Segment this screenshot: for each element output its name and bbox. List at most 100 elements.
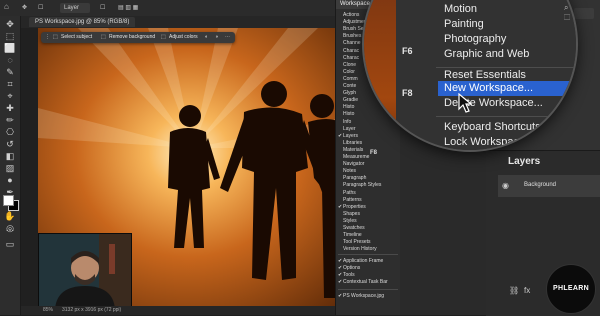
artboard-tool-icon[interactable]: ⬚ xyxy=(3,30,17,42)
menu-item[interactable]: Properties xyxy=(343,204,366,211)
mask-icon[interactable]: ◑ xyxy=(215,32,218,43)
menu-item-painting[interactable]: Painting xyxy=(444,18,484,31)
checkmark-icon: ✔ xyxy=(338,279,343,285)
menu-item[interactable]: Conte xyxy=(343,83,356,90)
menu-item-photography[interactable]: Photography xyxy=(444,33,506,46)
remove-background-button[interactable]: Remove background xyxy=(109,32,155,43)
panel-icons[interactable]: ⌕ ⬚ xyxy=(564,3,576,23)
auto-select-dropdown[interactable]: Layer xyxy=(60,3,90,13)
link-layers-icon[interactable]: ⛓ xyxy=(509,286,519,295)
menu-item[interactable]: Histo xyxy=(343,111,354,118)
menu-item-tools[interactable]: Tools xyxy=(343,272,355,279)
auto-select-checkbox[interactable]: ☐ xyxy=(38,3,43,13)
more-options-icon[interactable]: ⋯ xyxy=(225,32,230,43)
quick-mask-icon[interactable]: ◎ xyxy=(3,222,17,234)
menu-separator xyxy=(436,116,576,117)
menu-item-keyboard-shortcuts[interactable]: Keyboard Shortcuts & Menus... xyxy=(444,121,576,134)
transform-controls-checkbox[interactable]: ☐ xyxy=(100,3,105,13)
menu-item[interactable]: Gradie xyxy=(343,97,358,104)
dodge-tool-icon[interactable]: ● xyxy=(3,174,17,186)
menu-item[interactable]: Notes xyxy=(343,168,356,175)
menu-item-options[interactable]: Options xyxy=(343,265,360,272)
drag-handle-icon[interactable]: ⋮ xyxy=(45,32,50,43)
share-button[interactable] xyxy=(574,8,594,19)
menu-item[interactable]: Glyph xyxy=(343,90,356,97)
menu-separator xyxy=(338,254,398,255)
brush-tool-icon[interactable]: ✏ xyxy=(3,114,17,126)
menu-item[interactable]: Brushes xyxy=(343,33,361,40)
quick-select-tool-icon[interactable]: ✎ xyxy=(3,66,17,78)
healing-brush-tool-icon[interactable]: ✚ xyxy=(3,102,17,114)
remove-background-icon: ⬚ xyxy=(101,34,106,40)
move-tool-icon[interactable]: ✥ xyxy=(3,18,17,30)
menu-item[interactable]: Charac xyxy=(343,48,359,55)
menu-item[interactable]: Swatches xyxy=(343,225,365,232)
layer-row-background[interactable]: ◉ Background xyxy=(498,175,600,197)
menu-item[interactable]: Clone xyxy=(343,62,356,69)
move-tool-icon[interactable]: ✥ xyxy=(22,3,27,13)
hand-tool-icon[interactable]: ✋ xyxy=(3,210,17,222)
menu-item-application-frame[interactable]: Application Frame xyxy=(343,258,383,265)
menu-item[interactable]: Tool Presets xyxy=(343,239,371,246)
menu-item[interactable]: Paragraph Styles xyxy=(343,182,381,189)
layers-panel-title[interactable]: Layers xyxy=(508,156,540,167)
eyedropper-tool-icon[interactable]: ⌖ xyxy=(3,90,17,102)
adjustment-icon[interactable]: ◐ xyxy=(205,32,208,43)
select-subject-button[interactable]: Select subject xyxy=(61,32,92,43)
workspace-submenu: F6 F8 Motion Painting Photography Graphi… xyxy=(396,0,576,150)
menu-item[interactable]: Paths xyxy=(343,190,356,197)
menu-item[interactable]: Patterns xyxy=(343,197,362,204)
contextual-task-bar: ⋮ ⬚ Select subject ⬚ Remove background ⬚… xyxy=(41,32,235,43)
home-icon[interactable]: ⌂ xyxy=(4,2,9,12)
marquee-tool-icon[interactable]: ⬜ xyxy=(3,42,17,54)
gradient-tool-icon[interactable]: ▨ xyxy=(3,162,17,174)
align-icons[interactable]: ▤ ▥ ▦ xyxy=(118,3,138,13)
history-brush-tool-icon[interactable]: ↺ xyxy=(3,138,17,150)
select-subject-icon: ⬚ xyxy=(53,34,58,40)
menu-item[interactable]: Libraries xyxy=(343,140,362,147)
menu-item[interactable]: Measureme xyxy=(343,154,369,161)
document-dimensions: 3132 px x 3916 px (72 ppi) xyxy=(62,307,122,313)
magnified-canvas-edge xyxy=(364,0,400,150)
menu-item[interactable]: Channe xyxy=(343,40,361,47)
menu-item[interactable]: Info xyxy=(343,119,351,126)
foreground-color-swatch[interactable] xyxy=(3,195,14,206)
layer-style-icon[interactable]: fx xyxy=(524,286,530,295)
phlearn-logo: PHLEARN xyxy=(546,264,596,314)
menu-item[interactable]: Styles xyxy=(343,218,357,225)
menu-item[interactable]: Comm xyxy=(343,76,358,83)
menu-item-document[interactable]: PS Workspace.jpg xyxy=(343,293,384,300)
menu-item[interactable]: Version History xyxy=(343,246,377,253)
menu-item[interactable]: Actions xyxy=(343,12,359,19)
menu-item[interactable]: Shapes xyxy=(343,211,360,218)
lasso-tool-icon[interactable]: ◌ xyxy=(3,54,17,66)
shortcut-f8: F8 xyxy=(370,150,378,156)
screen-mode-icon[interactable]: ▭ xyxy=(3,238,17,250)
menu-item-graphic-and-web[interactable]: Graphic and Web xyxy=(444,48,529,61)
document-tab-bar: PS Workspace.jpg @ 85% (RGB/8) xyxy=(21,16,341,28)
crop-tool-icon[interactable]: ⌗ xyxy=(3,78,17,90)
checkmark-icon: ✔ xyxy=(338,272,343,278)
menu-item-contextual-task-bar[interactable]: Contextual Task Bar xyxy=(343,279,388,286)
zoom-level[interactable]: 85% xyxy=(43,306,53,315)
menu-item[interactable]: Timeline xyxy=(343,232,362,239)
menu-item-motion[interactable]: Motion xyxy=(444,3,477,16)
magnifier-lens: F6 F8 Motion Painting Photography Graphi… xyxy=(364,0,576,150)
menu-item[interactable]: Paragraph xyxy=(343,175,366,182)
menu-item-lock-workspace[interactable]: Lock Workspace xyxy=(444,136,525,149)
eraser-tool-icon[interactable]: ◧ xyxy=(3,150,17,162)
document-tab[interactable]: PS Workspace.jpg @ 85% (RGB/8) xyxy=(29,17,136,27)
menu-item[interactable]: Histo xyxy=(343,104,354,111)
adjust-colors-button[interactable]: Adjust colors xyxy=(169,32,198,43)
menu-item[interactable]: Charac xyxy=(343,55,359,62)
menu-item[interactable]: Layers xyxy=(343,133,358,140)
layer-name: Background xyxy=(524,182,557,188)
menu-item[interactable]: Navigator xyxy=(343,161,364,168)
menu-item[interactable]: Materials xyxy=(343,147,363,154)
menu-item[interactable]: Color xyxy=(343,69,355,76)
webcam-presenter xyxy=(38,233,132,310)
clone-stamp-tool-icon[interactable]: ⎔ xyxy=(3,126,17,138)
status-bar: 85% 3132 px x 3916 px (72 ppi) xyxy=(21,306,341,315)
visibility-eye-icon[interactable]: ◉ xyxy=(502,181,509,190)
menu-item[interactable]: Layer xyxy=(343,126,356,133)
